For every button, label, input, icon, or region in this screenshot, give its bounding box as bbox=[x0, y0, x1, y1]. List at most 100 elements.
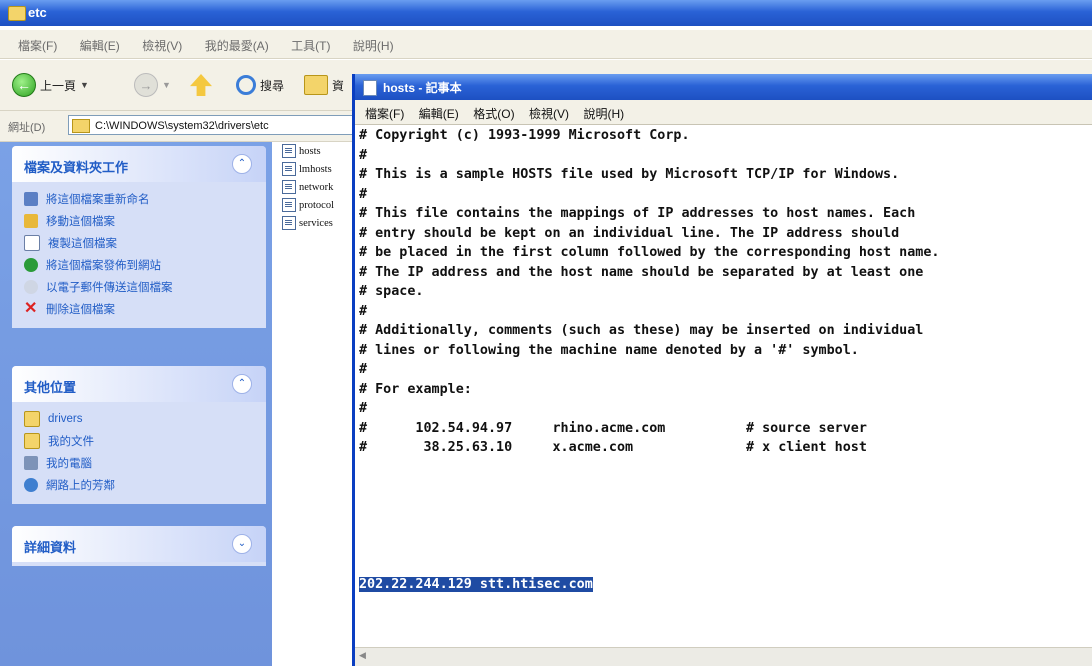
file-protocol[interactable]: protocol bbox=[282, 196, 352, 214]
menu-help[interactable]: 說明(H) bbox=[353, 37, 394, 54]
folders-button[interactable]: 資 bbox=[304, 73, 344, 97]
text-line bbox=[359, 516, 1089, 536]
expand-chevron-icon[interactable]: ⌄ bbox=[232, 534, 252, 554]
menu-tools[interactable]: 工具(T) bbox=[291, 37, 330, 54]
notepad-text-area[interactable]: # Copyright (c) 1993-1999 Microsoft Corp… bbox=[359, 126, 1089, 646]
np-menu-format[interactable]: 格式(O) bbox=[473, 105, 514, 122]
text-line: # bbox=[359, 186, 368, 202]
task-label: 以電子郵件傳送這個檔案 bbox=[46, 282, 173, 294]
task-publish[interactable]: 將這個檔案發佈到網站 bbox=[24, 254, 266, 276]
panel-header[interactable]: 詳細資料 ⌄ bbox=[12, 526, 266, 562]
file-label: services bbox=[299, 217, 333, 229]
back-label: 上一頁 bbox=[40, 78, 77, 93]
address-label: 網址(D) bbox=[8, 122, 46, 134]
np-menu-file[interactable]: 檔案(F) bbox=[365, 105, 404, 122]
folder-icon bbox=[8, 6, 26, 21]
search-icon bbox=[236, 75, 256, 95]
np-menu-help[interactable]: 說明(H) bbox=[583, 105, 624, 122]
documents-folder-icon bbox=[24, 433, 40, 449]
text-line: # lines or following the machine name de… bbox=[359, 342, 859, 358]
menu-view[interactable]: 檢視(V) bbox=[142, 37, 182, 54]
task-move[interactable]: 移動這個檔案 bbox=[24, 210, 266, 232]
text-line: # entry should be kept on an individual … bbox=[359, 225, 900, 241]
task-label: 複製這個檔案 bbox=[48, 238, 117, 250]
notepad-icon bbox=[363, 80, 377, 96]
file-tasks-panel: 檔案及資料夾工作 ⌃ 將這個檔案重新命名 移動這個檔案 複製這個檔案 將這個檔案… bbox=[12, 146, 266, 328]
file-lmhosts[interactable]: lmhosts bbox=[282, 160, 352, 178]
up-folder-button[interactable] bbox=[190, 73, 212, 97]
menu-file[interactable]: 檔案(F) bbox=[18, 37, 57, 54]
file-network[interactable]: network bbox=[282, 178, 352, 196]
text-file-icon bbox=[282, 216, 296, 230]
text-line: # For example: bbox=[359, 381, 472, 397]
text-file-icon bbox=[282, 144, 296, 158]
task-label: 將這個檔案發佈到網站 bbox=[46, 260, 161, 272]
email-icon bbox=[24, 280, 38, 294]
text-line: # 102.54.94.97 rhino.acme.com # source s… bbox=[359, 420, 867, 436]
move-icon bbox=[24, 214, 38, 228]
place-label: 我的文件 bbox=[48, 436, 94, 448]
text-line bbox=[359, 458, 1089, 478]
text-line: # The IP address and the host name shoul… bbox=[359, 264, 924, 280]
text-line: # bbox=[359, 362, 368, 377]
collapse-chevron-icon[interactable]: ⌃ bbox=[232, 374, 252, 394]
notepad-titlebar[interactable]: hosts - 記事本 bbox=[355, 74, 1092, 100]
selected-text[interactable]: 202.22.244.129 stt.htisec.com bbox=[359, 576, 593, 592]
np-menu-edit[interactable]: 編輯(E) bbox=[419, 105, 459, 122]
computer-icon bbox=[24, 456, 38, 470]
panel-title: 其他位置 bbox=[24, 380, 77, 395]
collapse-chevron-icon[interactable]: ⌃ bbox=[232, 154, 252, 174]
selected-text-line: 202.22.244.129 stt.htisec.com bbox=[359, 575, 1089, 595]
place-network[interactable]: 網路上的芳鄰 bbox=[24, 474, 266, 496]
text-file-icon bbox=[282, 180, 296, 194]
np-menu-view[interactable]: 檢視(V) bbox=[529, 105, 569, 122]
place-drivers[interactable]: drivers bbox=[24, 408, 266, 430]
scroll-left-icon[interactable]: ◀ bbox=[359, 650, 373, 664]
place-label: 我的電腦 bbox=[46, 458, 92, 470]
notepad-window: hosts - 記事本 檔案(F) 編輯(E) 格式(O) 檢視(V) 說明(H… bbox=[352, 74, 1092, 666]
place-my-computer[interactable]: 我的電腦 bbox=[24, 452, 266, 474]
forward-arrow-icon: → bbox=[134, 73, 158, 97]
explorer-menubar: 檔案(F) 編輯(E) 檢視(V) 我的最愛(A) 工具(T) 說明(H) bbox=[0, 30, 1092, 59]
dropdown-arrow-icon[interactable]: ▼ bbox=[162, 80, 171, 90]
panel-header[interactable]: 檔案及資料夾工作 ⌃ bbox=[12, 146, 266, 182]
text-line bbox=[359, 477, 1089, 497]
text-line: # bbox=[359, 401, 368, 416]
place-label: 網路上的芳鄰 bbox=[46, 480, 115, 492]
file-label: lmhosts bbox=[299, 163, 332, 175]
task-label: 將這個檔案重新命名 bbox=[46, 194, 150, 206]
place-label: drivers bbox=[48, 413, 83, 425]
text-line bbox=[359, 555, 1089, 575]
task-rename[interactable]: 將這個檔案重新命名 bbox=[24, 188, 266, 210]
horizontal-scrollbar[interactable]: ◀ bbox=[355, 647, 1092, 666]
menu-edit[interactable]: 編輯(E) bbox=[80, 37, 120, 54]
task-copy[interactable]: 複製這個檔案 bbox=[24, 232, 266, 254]
place-my-documents[interactable]: 我的文件 bbox=[24, 430, 266, 452]
text-line: # bbox=[359, 303, 368, 319]
menu-favorites[interactable]: 我的最愛(A) bbox=[205, 37, 269, 54]
file-hosts[interactable]: hosts bbox=[282, 142, 352, 160]
up-arrow-icon bbox=[190, 74, 212, 96]
file-services[interactable]: services bbox=[282, 214, 352, 232]
explorer-titlebar[interactable]: etc bbox=[0, 0, 1092, 26]
text-line: # space. bbox=[359, 284, 424, 299]
panel-title: 檔案及資料夾工作 bbox=[24, 160, 129, 175]
text-file-icon bbox=[282, 198, 296, 212]
text-line: # Copyright (c) 1993-1999 Microsoft Corp… bbox=[359, 128, 690, 143]
task-delete[interactable]: ✕ 刪除這個檔案 bbox=[24, 298, 266, 320]
panel-header[interactable]: 其他位置 ⌃ bbox=[12, 366, 266, 402]
notepad-menubar: 檔案(F) 編輯(E) 格式(O) 檢視(V) 說明(H) bbox=[355, 100, 1092, 125]
text-line: # be placed in the first column followed… bbox=[359, 245, 940, 260]
forward-button[interactable]: → ▼ bbox=[134, 73, 171, 97]
text-line bbox=[359, 497, 1089, 517]
folders-icon bbox=[304, 75, 328, 95]
delete-x-icon: ✕ bbox=[24, 300, 38, 317]
back-button[interactable]: ← 上一頁 ▼ bbox=[12, 73, 89, 97]
folders-label: 資 bbox=[332, 78, 345, 93]
folder-icon bbox=[72, 119, 90, 133]
text-line: # 38.25.63.10 x.acme.com # x client host bbox=[359, 440, 867, 455]
search-button[interactable]: 搜尋 bbox=[236, 73, 284, 97]
task-email[interactable]: 以電子郵件傳送這個檔案 bbox=[24, 276, 266, 298]
details-panel: 詳細資料 ⌄ bbox=[12, 526, 266, 566]
dropdown-arrow-icon[interactable]: ▼ bbox=[80, 80, 89, 90]
